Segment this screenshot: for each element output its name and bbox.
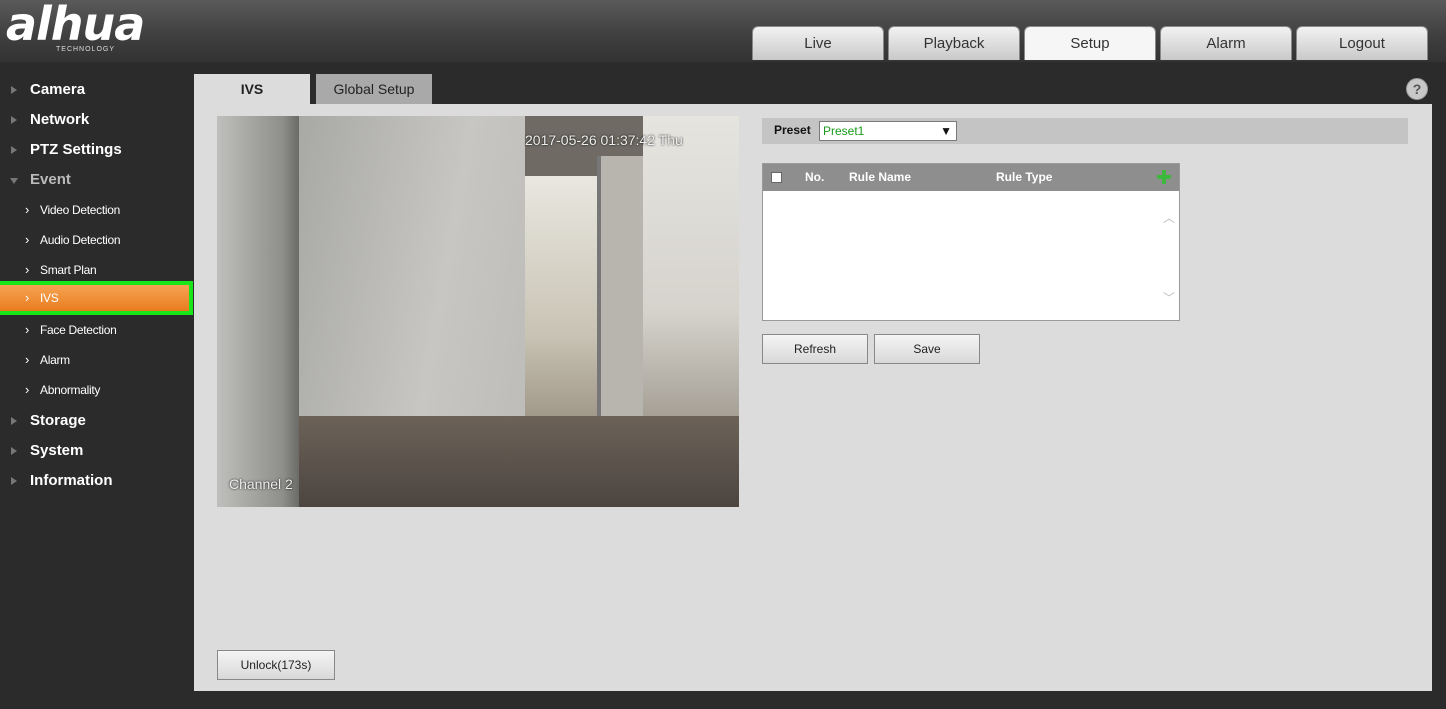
rules-table-header: No. Rule Name Rule Type (763, 164, 1179, 191)
sidebar-item-alarm[interactable]: › Alarm (0, 346, 194, 374)
sidebar-item-system[interactable]: System (0, 437, 194, 465)
preset-bar: Preset Preset1 ▼ (762, 118, 1408, 144)
main-panel: 2017-05-26 01:37:42 Thu Channel 2 Preset… (194, 104, 1432, 691)
sidebar-item-label: Audio Detection (40, 233, 121, 247)
logo-text: alhua (6, 0, 145, 51)
video-preview[interactable]: 2017-05-26 01:37:42 Thu Channel 2 (217, 116, 739, 507)
preset-value: Preset1 (823, 124, 865, 138)
help-icon[interactable]: ? (1406, 78, 1428, 100)
collapsed-triangle-icon (11, 86, 17, 94)
chevron-down-icon: ▼ (940, 124, 952, 138)
sidebar-item-label: Storage (30, 412, 86, 429)
sidebar-item-label: Event (30, 171, 71, 188)
sidebar-item-label: Abnormality (40, 383, 101, 397)
chevron-right-icon: › (25, 352, 30, 367)
sidebar-item-network[interactable]: Network (0, 106, 194, 134)
tab-logout[interactable]: Logout (1296, 26, 1428, 60)
tab-live[interactable]: Live (752, 26, 884, 60)
select-all-checkbox[interactable] (771, 172, 782, 183)
sidebar-item-label: Information (30, 472, 113, 489)
sidebar-item-label: IVS (40, 291, 59, 305)
sidebar-item-label: Smart Plan (40, 263, 97, 277)
video-timestamp: 2017-05-26 01:37:42 Thu (525, 132, 683, 148)
sidebar-item-label: Video Detection (40, 203, 121, 217)
sidebar-item-smart-plan[interactable]: › Smart Plan (0, 256, 194, 284)
rules-table: No. Rule Name Rule Type ︿ ﹀ (762, 163, 1180, 321)
column-rule-name: Rule Name (849, 170, 912, 184)
scroll-down-icon[interactable]: ﹀ (1163, 292, 1175, 304)
tab-alarm[interactable]: Alarm (1160, 26, 1292, 60)
scroll-up-icon[interactable]: ︿ (1163, 212, 1175, 224)
unlock-button[interactable]: Unlock(173s) (217, 650, 335, 680)
tab-global-setup[interactable]: Global Setup (316, 74, 432, 104)
video-scene-floor (299, 416, 739, 507)
collapsed-triangle-icon (11, 116, 17, 124)
sidebar-item-label: Face Detection (40, 323, 117, 337)
video-channel-label: Channel 2 (229, 476, 293, 492)
sidebar-item-label: Camera (30, 81, 86, 98)
sidebar-item-label: Network (30, 111, 90, 128)
tab-setup[interactable]: Setup (1024, 26, 1156, 60)
refresh-button[interactable]: Refresh (762, 334, 868, 364)
sidebar-item-event[interactable]: Event (0, 166, 194, 194)
logo-tagline: TECHNOLOGY (56, 46, 116, 53)
chevron-right-icon: › (25, 322, 30, 337)
sidebar-item-video-detection[interactable]: › Video Detection (0, 196, 194, 224)
collapsed-triangle-icon (11, 146, 17, 154)
tab-ivs[interactable]: IVS (194, 74, 310, 104)
sidebar-item-abnormality[interactable]: › Abnormality (0, 376, 194, 404)
sidebar-item-camera[interactable]: Camera (0, 76, 194, 104)
chevron-right-icon: › (25, 262, 30, 277)
save-button[interactable]: Save (874, 334, 980, 364)
preset-label: Preset (774, 123, 811, 137)
top-bar: alhua TECHNOLOGY Live Playback Setup Ala… (0, 0, 1446, 62)
column-no: No. (805, 170, 825, 184)
video-scene-wall (299, 116, 525, 466)
sidebar-item-face-detection[interactable]: › Face Detection (0, 316, 194, 344)
sidebar-item-label: Alarm (40, 353, 70, 367)
sidebar-item-label: PTZ Settings (30, 141, 122, 158)
sidebar: Camera Network PTZ Settings Event › Vide… (0, 62, 194, 709)
sidebar-item-audio-detection[interactable]: › Audio Detection (0, 226, 194, 254)
expanded-triangle-icon (10, 178, 18, 184)
preset-select[interactable]: Preset1 ▼ (819, 121, 957, 141)
sidebar-item-ivs[interactable]: › IVS (0, 281, 193, 315)
sidebar-item-information[interactable]: Information (0, 467, 194, 495)
collapsed-triangle-icon (11, 417, 17, 425)
chevron-right-icon: › (25, 290, 30, 305)
collapsed-triangle-icon (11, 477, 17, 485)
chevron-right-icon: › (25, 202, 30, 217)
plus-icon[interactable] (1157, 170, 1171, 184)
sidebar-item-ptz-settings[interactable]: PTZ Settings (0, 136, 194, 164)
sidebar-item-storage[interactable]: Storage (0, 407, 194, 435)
video-scene-glass (217, 116, 299, 507)
brand-logo: alhua TECHNOLOGY (6, 0, 176, 58)
sidebar-item-label: System (30, 442, 84, 459)
chevron-right-icon: › (25, 232, 30, 247)
column-rule-type: Rule Type (996, 170, 1053, 184)
collapsed-triangle-icon (11, 447, 17, 455)
tab-playback[interactable]: Playback (888, 26, 1020, 60)
chevron-right-icon: › (25, 382, 30, 397)
